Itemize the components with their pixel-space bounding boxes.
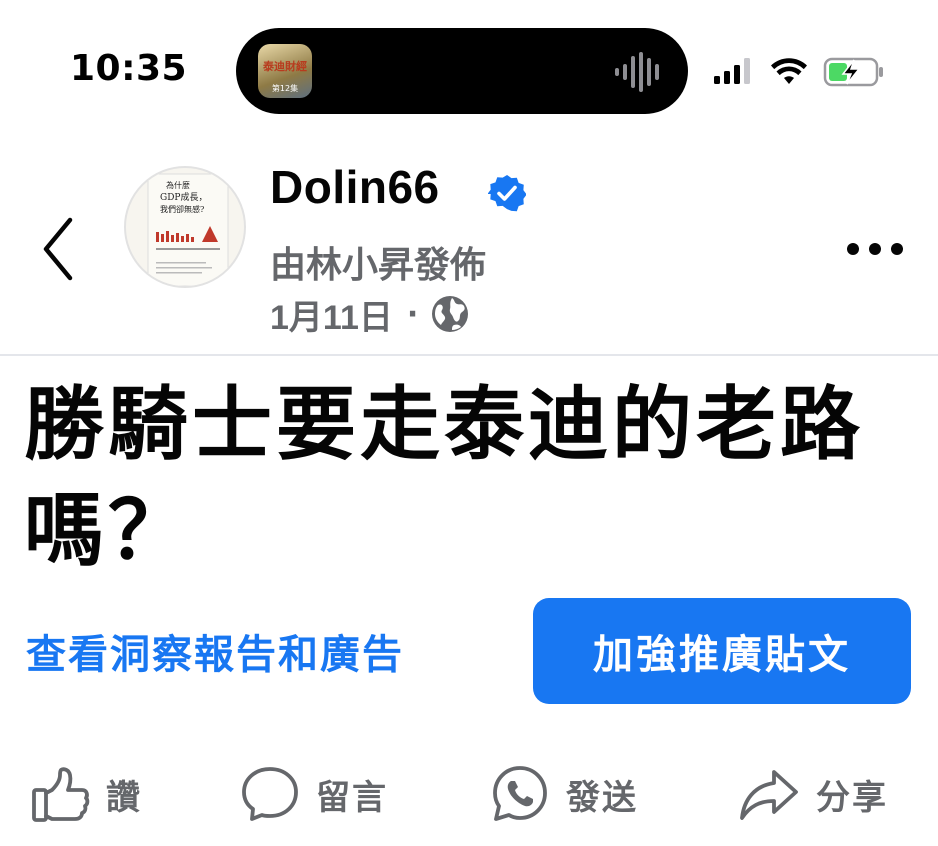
more-options-icon[interactable]: [844, 236, 906, 262]
battery-charging-icon: [823, 57, 883, 87]
send-label: 發送: [566, 777, 638, 818]
like-button[interactable]: 讚: [30, 754, 142, 834]
verified-badge-icon: [488, 174, 526, 212]
comment-bubble-icon: [242, 767, 298, 821]
dynamic-island[interactable]: 泰迪財經 第12集: [236, 28, 688, 114]
reaction-bar: 讚 留言 發送 分享: [0, 754, 938, 834]
audio-wave-icon: [615, 52, 659, 92]
post-date[interactable]: 1月11日: [270, 290, 393, 339]
book-cover-image: 為什麼 GDP成長， 我們卻無感?: [147, 173, 229, 286]
page-name[interactable]: Dolin66: [270, 160, 440, 214]
book-title-1: 為什麼: [166, 180, 190, 190]
post-text: 勝騎士要走泰迪的老路嗎？: [24, 378, 864, 577]
book-title-3: 我們卻無感?: [160, 204, 204, 214]
boost-post-button[interactable]: 加強推廣貼文: [533, 598, 911, 704]
thumbs-up-icon: [32, 767, 90, 822]
meta-separator: ·: [406, 296, 419, 332]
cellular-signal-icon: [714, 58, 750, 84]
now-playing-app-icon[interactable]: 泰迪財經 第12集: [258, 44, 312, 98]
send-button[interactable]: 發送: [490, 754, 638, 834]
status-time: 10:35: [70, 48, 188, 89]
view-insights-link[interactable]: 查看洞察報告和廣告: [26, 622, 404, 680]
status-icons: [714, 57, 883, 87]
app-icon-title: 泰迪財經: [263, 60, 307, 73]
publisher-label: 由林小昇發佈: [270, 245, 487, 286]
app-icon-subtitle: 第12集: [271, 84, 299, 93]
wifi-icon: [771, 58, 807, 84]
book-title-2: GDP成長，: [160, 191, 207, 203]
share-arrow-icon: [740, 770, 798, 820]
globe-icon[interactable]: [430, 294, 470, 334]
post-meta: 1月11日 ·: [270, 290, 470, 339]
share-label: 分享: [816, 777, 888, 818]
back-icon[interactable]: [36, 214, 80, 284]
share-button[interactable]: 分享: [738, 754, 888, 834]
comment-button[interactable]: 留言: [240, 754, 388, 834]
comment-label: 留言: [316, 777, 388, 818]
whatsapp-icon: [493, 766, 547, 821]
page-avatar[interactable]: 為什麼 GDP成長， 我們卻無感?: [124, 166, 246, 288]
like-label: 讚: [106, 777, 142, 818]
header-divider: [0, 354, 938, 356]
